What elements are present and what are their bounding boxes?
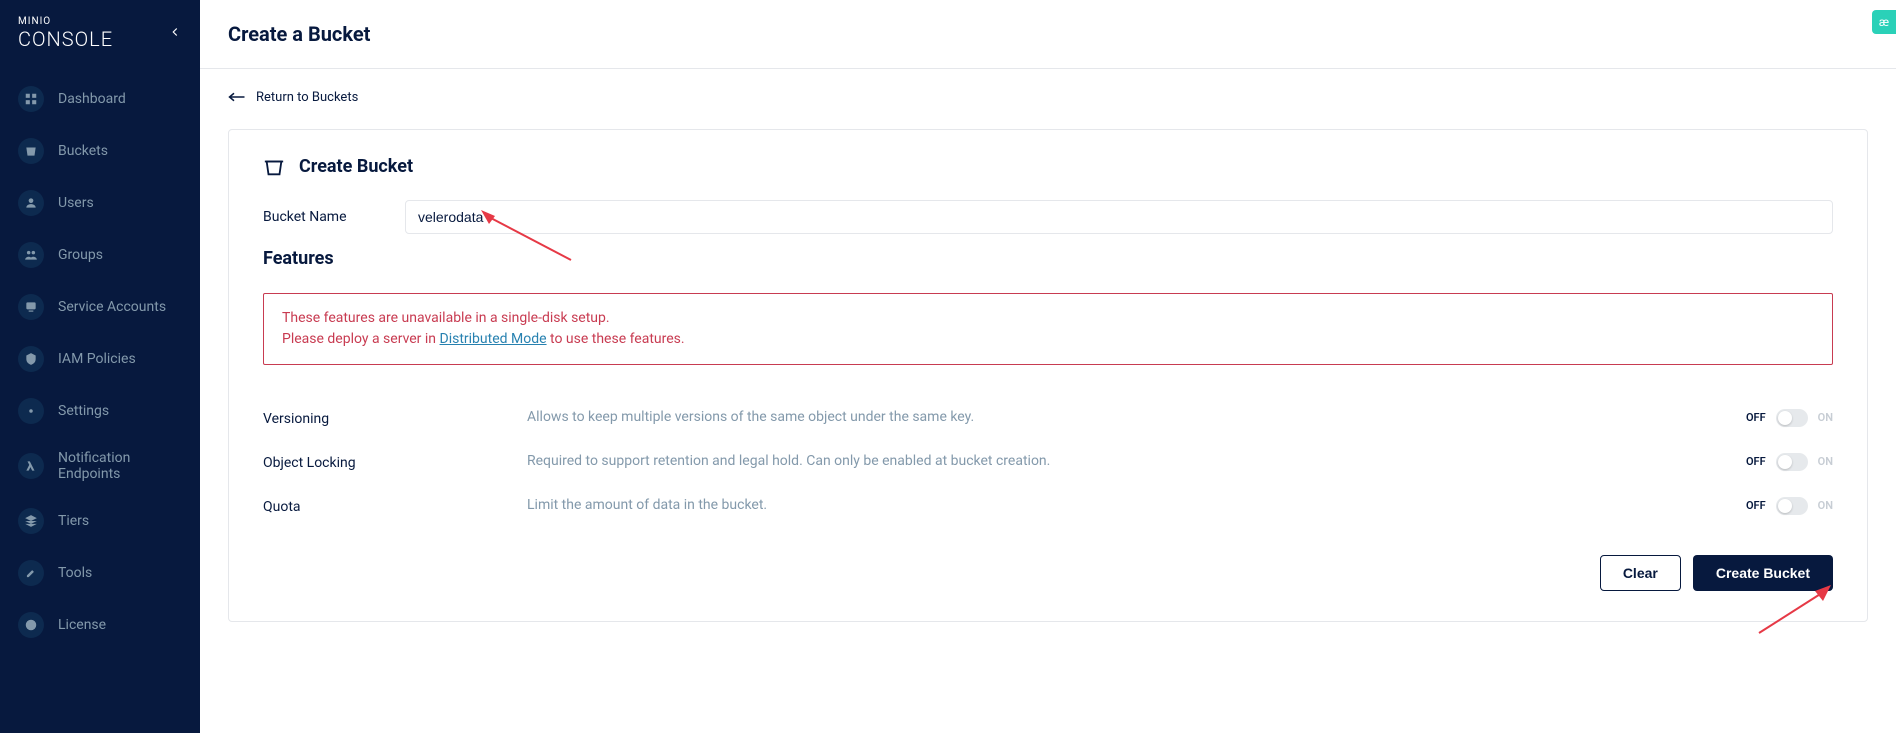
- quota-toggle[interactable]: OFF ON: [1746, 497, 1833, 515]
- license-icon: [18, 612, 44, 638]
- service-account-icon: [18, 294, 44, 320]
- sidebar-item-groups[interactable]: Groups: [0, 229, 200, 281]
- sidebar-item-license[interactable]: License: [0, 599, 200, 651]
- brand-logo: MINIO CONSOLE: [18, 16, 113, 51]
- toggle-track: [1776, 497, 1808, 515]
- sidebar-item-label: Settings: [58, 403, 109, 419]
- sidebar-item-label: Tools: [58, 565, 92, 581]
- feature-description: Allows to keep multiple versions of the …: [527, 409, 1746, 425]
- bucket-name-label: Bucket Name: [263, 209, 405, 225]
- feature-label: Versioning: [263, 409, 527, 427]
- feature-description: Limit the amount of data in the bucket.: [527, 497, 1746, 513]
- sidebar: MINIO CONSOLE Dashboard Buckets Users: [0, 0, 200, 733]
- gear-icon: [18, 398, 44, 424]
- sidebar-header: MINIO CONSOLE: [0, 0, 200, 67]
- extension-badge[interactable]: æ: [1872, 10, 1896, 34]
- toggle-off-label: OFF: [1746, 411, 1766, 424]
- dashboard-icon: [18, 86, 44, 112]
- create-bucket-card: Create Bucket Bucket Name Features These…: [228, 129, 1868, 622]
- toggle-track: [1776, 409, 1808, 427]
- brand-top: MINIO: [18, 16, 113, 27]
- sidebar-item-label: Tiers: [58, 513, 89, 529]
- content-area: Return to Buckets Create Bucket Bucket N…: [200, 69, 1896, 642]
- sidebar-item-tiers[interactable]: Tiers: [0, 495, 200, 547]
- sidebar-item-users[interactable]: Users: [0, 177, 200, 229]
- toggle-on-label: ON: [1818, 455, 1833, 468]
- feature-description: Required to support retention and legal …: [527, 453, 1746, 469]
- sidebar-item-label: Notification Endpoints: [58, 450, 182, 482]
- toggle-on-label: ON: [1818, 411, 1833, 424]
- sidebar-item-label: Users: [58, 195, 94, 211]
- toggle-track: [1776, 453, 1808, 471]
- bucket-name-input[interactable]: [405, 200, 1833, 234]
- topbar: Create a Bucket: [200, 0, 1896, 69]
- toggle-on-label: ON: [1818, 499, 1833, 512]
- bucket-outline-icon: [263, 156, 285, 178]
- toggle-off-label: OFF: [1746, 455, 1766, 468]
- sidebar-collapse-button[interactable]: [168, 23, 182, 44]
- sidebar-item-iam-policies[interactable]: IAM Policies: [0, 333, 200, 385]
- action-buttons: Clear Create Bucket: [263, 555, 1833, 591]
- annotation-arrow-create: [1749, 583, 1839, 643]
- lambda-icon: [18, 453, 44, 479]
- alert-line2: Please deploy a server in Distributed Mo…: [282, 329, 1814, 350]
- sidebar-item-settings[interactable]: Settings: [0, 385, 200, 437]
- page-title: Create a Bucket: [228, 22, 370, 46]
- sidebar-item-label: Buckets: [58, 143, 108, 159]
- sidebar-item-label: License: [58, 617, 106, 633]
- tools-icon: [18, 560, 44, 586]
- sidebar-item-label: IAM Policies: [58, 351, 136, 367]
- bucket-name-row: Bucket Name: [263, 200, 1833, 234]
- features-section-title: Features: [263, 248, 1833, 269]
- sidebar-item-tools[interactable]: Tools: [0, 547, 200, 599]
- user-icon: [18, 190, 44, 216]
- create-bucket-button[interactable]: Create Bucket: [1693, 555, 1833, 591]
- arrow-left-icon: [228, 90, 246, 104]
- card-title: Create Bucket: [299, 156, 413, 177]
- sidebar-nav: Dashboard Buckets Users Groups Service A…: [0, 67, 200, 651]
- sidebar-item-label: Service Accounts: [58, 299, 166, 315]
- sidebar-item-notification-endpoints[interactable]: Notification Endpoints: [0, 437, 200, 495]
- back-to-buckets-link[interactable]: Return to Buckets: [228, 90, 358, 105]
- sidebar-item-buckets[interactable]: Buckets: [0, 125, 200, 177]
- feature-label: Quota: [263, 497, 527, 515]
- group-icon: [18, 242, 44, 268]
- bucket-icon: [18, 138, 44, 164]
- versioning-toggle[interactable]: OFF ON: [1746, 409, 1833, 427]
- layers-icon: [18, 508, 44, 534]
- main-content: æ Create a Bucket Return to Buckets Crea…: [200, 0, 1896, 733]
- feature-quota: Quota Limit the amount of data in the bu…: [263, 489, 1833, 533]
- feature-label: Object Locking: [263, 453, 527, 471]
- distributed-mode-link[interactable]: Distributed Mode: [440, 331, 547, 347]
- brand-bottom: CONSOLE: [18, 27, 113, 51]
- feature-versioning: Versioning Allows to keep multiple versi…: [263, 401, 1833, 445]
- feature-warning-alert: These features are unavailable in a sing…: [263, 293, 1833, 365]
- clear-button[interactable]: Clear: [1600, 555, 1681, 591]
- alert-line1: These features are unavailable in a sing…: [282, 308, 1814, 329]
- back-link-label: Return to Buckets: [256, 90, 358, 105]
- sidebar-item-service-accounts[interactable]: Service Accounts: [0, 281, 200, 333]
- object-locking-toggle[interactable]: OFF ON: [1746, 453, 1833, 471]
- toggle-off-label: OFF: [1746, 499, 1766, 512]
- sidebar-item-dashboard[interactable]: Dashboard: [0, 73, 200, 125]
- card-header: Create Bucket: [263, 156, 1833, 178]
- sidebar-item-label: Dashboard: [58, 91, 126, 107]
- sidebar-item-label: Groups: [58, 247, 103, 263]
- shield-icon: [18, 346, 44, 372]
- feature-object-locking: Object Locking Required to support reten…: [263, 445, 1833, 489]
